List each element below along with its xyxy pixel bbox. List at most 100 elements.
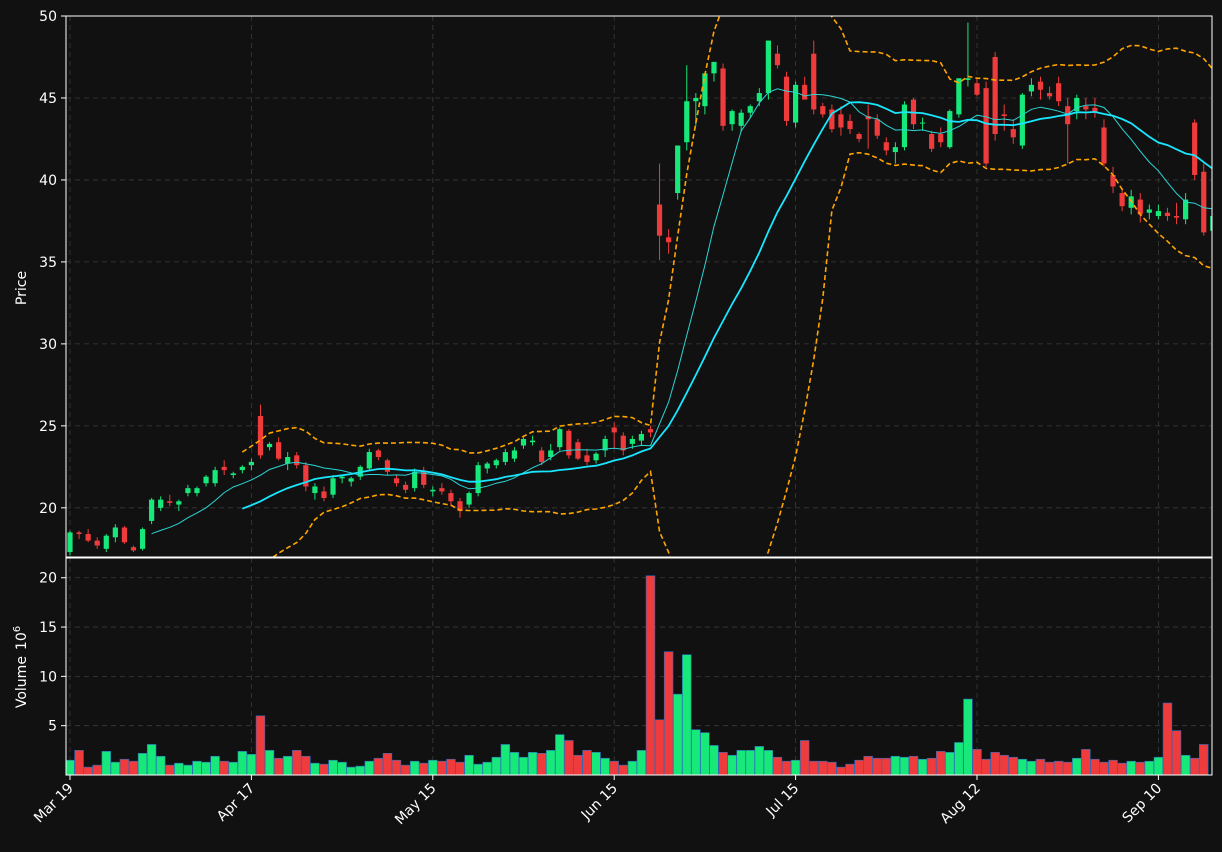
price-tick-label: 45 xyxy=(39,91,57,107)
volume-bar xyxy=(246,753,257,775)
volume-bar xyxy=(146,744,157,775)
volume-tick-label: 15 xyxy=(39,620,57,636)
volume-bar xyxy=(691,729,701,775)
candle-body xyxy=(702,73,708,107)
volume-bar xyxy=(999,754,1009,775)
candle-body xyxy=(1110,175,1116,187)
candle-body xyxy=(257,416,264,456)
volume-bar xyxy=(845,763,855,775)
volume-bar xyxy=(763,750,774,775)
candle-body xyxy=(584,455,590,462)
volume-bar xyxy=(428,759,438,775)
candle-body xyxy=(412,471,418,489)
volume-bar xyxy=(600,757,610,775)
candle-body xyxy=(85,534,91,541)
volume-bar xyxy=(1081,749,1091,775)
volume-bar xyxy=(945,752,955,775)
candle-body xyxy=(811,53,817,110)
volume-bar xyxy=(156,755,166,775)
volume-bar xyxy=(926,757,937,775)
volume-bar xyxy=(110,761,121,775)
volume-bar xyxy=(255,715,266,775)
candle-body xyxy=(1056,83,1062,102)
volume-bar xyxy=(292,750,302,775)
volume-bar xyxy=(1153,756,1164,775)
volume-bar xyxy=(219,760,229,775)
price-tick-label: 40 xyxy=(39,173,57,189)
candle-body xyxy=(919,122,926,124)
candle-body xyxy=(938,134,944,143)
volume-bar xyxy=(464,754,474,775)
candle-body xyxy=(1201,171,1207,233)
candle-body xyxy=(774,53,781,66)
chart-background xyxy=(0,0,1222,847)
volume-bar xyxy=(482,761,492,775)
volume-bar xyxy=(772,756,783,775)
volume-bar xyxy=(455,761,465,775)
candle-body xyxy=(112,527,118,538)
candle-body xyxy=(439,488,445,492)
volume-bar xyxy=(981,758,991,775)
volume-bar xyxy=(382,752,393,775)
volume-bar xyxy=(527,752,538,775)
candle-body xyxy=(1083,106,1089,110)
volume-bar xyxy=(809,760,819,775)
candle-body xyxy=(1001,114,1007,117)
volume-bar xyxy=(682,654,692,775)
candle-body xyxy=(802,84,808,100)
volume-bar xyxy=(174,762,184,775)
volume-bar xyxy=(908,755,919,775)
candle-body xyxy=(348,478,354,482)
price-tick-label: 20 xyxy=(39,501,57,517)
volume-tick-label: 10 xyxy=(39,669,57,685)
volume-bar xyxy=(1135,761,1145,775)
candle-body xyxy=(1173,216,1180,218)
volume-bar xyxy=(419,762,429,775)
candle-body xyxy=(720,68,726,126)
volume-bar xyxy=(337,761,347,775)
candle-body xyxy=(221,466,227,471)
candle-body xyxy=(430,489,436,492)
volume-bar xyxy=(700,732,710,775)
candle-body xyxy=(511,450,518,459)
volume-bar xyxy=(790,759,801,775)
volume-bar xyxy=(1117,762,1127,775)
candle-body xyxy=(393,478,400,484)
volume-bar xyxy=(183,764,193,775)
volume-bar xyxy=(201,761,211,775)
stock-chart: Price Volume106 20 25 30 35 40 45 50 5 10 15 20 Mar… xyxy=(0,0,1222,847)
volume-bar xyxy=(92,764,102,775)
candle-body xyxy=(1101,127,1107,164)
candle-body xyxy=(529,440,536,443)
candle-body xyxy=(448,493,454,502)
volume-bar xyxy=(165,764,175,775)
volume-bar xyxy=(1180,754,1191,775)
candle-body xyxy=(285,456,291,464)
candle-body xyxy=(239,466,245,471)
candle-body xyxy=(520,438,527,446)
volume-bar xyxy=(555,734,565,775)
volume-bar xyxy=(409,760,420,775)
volume-bar xyxy=(872,757,882,775)
volume-bar xyxy=(564,740,574,775)
candle-body xyxy=(402,484,409,490)
volume-bar xyxy=(328,759,338,775)
volume-bar xyxy=(101,751,111,775)
candle-body xyxy=(956,78,962,115)
candle-body xyxy=(847,120,853,130)
candle-body xyxy=(212,470,218,484)
candle-body xyxy=(1010,129,1016,138)
volume-bar xyxy=(799,740,810,775)
volume-bar xyxy=(899,756,910,775)
candle-body xyxy=(312,486,318,494)
volume-bar xyxy=(1090,758,1100,775)
candle-body xyxy=(121,527,128,543)
candle-body xyxy=(883,142,889,151)
volume-bar xyxy=(1017,758,1028,775)
volume-bar xyxy=(1072,757,1082,775)
volume-bar xyxy=(319,763,329,775)
candle-body xyxy=(1037,81,1044,90)
price-axis-label: Price xyxy=(14,271,30,305)
volume-bar xyxy=(954,742,964,775)
candle-body xyxy=(557,429,563,448)
